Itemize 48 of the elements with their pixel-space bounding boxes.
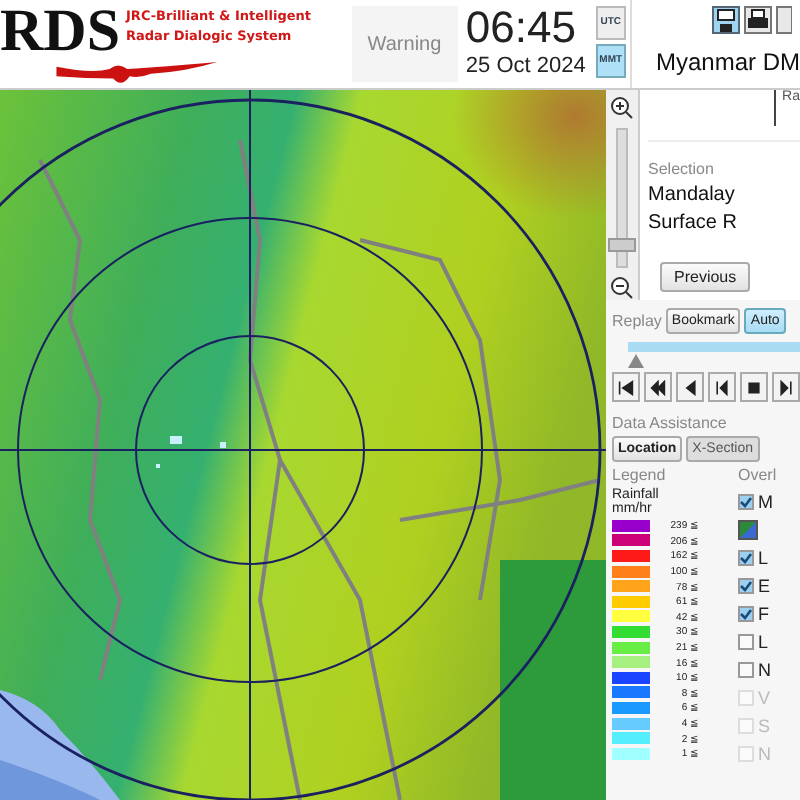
save-icon[interactable] (711, 6, 740, 34)
overlay-checkbox[interactable] (738, 549, 754, 565)
next-frame-icon (778, 379, 794, 395)
overlay-label-text: F (758, 603, 769, 623)
replay-label: Replay (612, 312, 662, 330)
step-back-icon (682, 379, 698, 395)
selection-label: Selection (648, 160, 716, 178)
warning-indicator: Warning (351, 6, 458, 82)
page-icon[interactable] (775, 6, 792, 34)
logo-text: RDS (0, 2, 121, 62)
overlay-checkbox[interactable] (738, 605, 754, 621)
overlay-label-text: M (758, 491, 773, 511)
playback-button[interactable] (676, 372, 704, 402)
terrain-map-drawing[interactable] (0, 90, 606, 800)
overlay-checkbox[interactable] (738, 493, 754, 509)
print-icon[interactable] (743, 6, 772, 34)
skip-to-start-icon (618, 379, 634, 395)
overlay-checkbox[interactable] (738, 577, 754, 593)
overlay-label-text: L (758, 547, 769, 567)
clock-time: 06:45 (465, 2, 576, 54)
selection-value: Surface R (648, 212, 739, 234)
overlay-label-text: S (758, 715, 771, 735)
overlay-checkbox[interactable] (738, 661, 754, 677)
previous-button[interactable]: Previous (660, 262, 751, 292)
rewind-icon (650, 379, 666, 395)
slider-handle[interactable] (608, 237, 636, 252)
overlay-checkbox[interactable] (738, 633, 754, 649)
overlay-label-text: L (758, 631, 769, 651)
data-assistance-label: Data Assistance (612, 414, 729, 432)
previous-frame-icon (714, 379, 730, 395)
selection-value: Mandalay (648, 184, 737, 206)
playback-button[interactable] (612, 372, 640, 402)
overlay-label-text: N (758, 743, 771, 763)
legend-label: Legend (612, 466, 668, 484)
playback-button[interactable] (740, 372, 768, 402)
site-name: Myanmar DM (655, 48, 800, 76)
overlay-label-text: E (758, 575, 771, 595)
overlay-label-text: N (758, 659, 771, 679)
overlay-label: Overl (738, 466, 777, 484)
playback-button[interactable] (708, 372, 736, 402)
playback-button[interactable] (772, 372, 800, 402)
zoom-in-icon[interactable] (610, 96, 634, 120)
overlay-label-text: V (758, 687, 771, 707)
stop-icon (746, 379, 762, 395)
color-scheme-icon[interactable] (738, 519, 758, 539)
playback-button[interactable] (644, 372, 672, 402)
zoom-out-icon[interactable] (610, 276, 634, 300)
clock-date: 25 Oct 2024 (465, 54, 586, 78)
